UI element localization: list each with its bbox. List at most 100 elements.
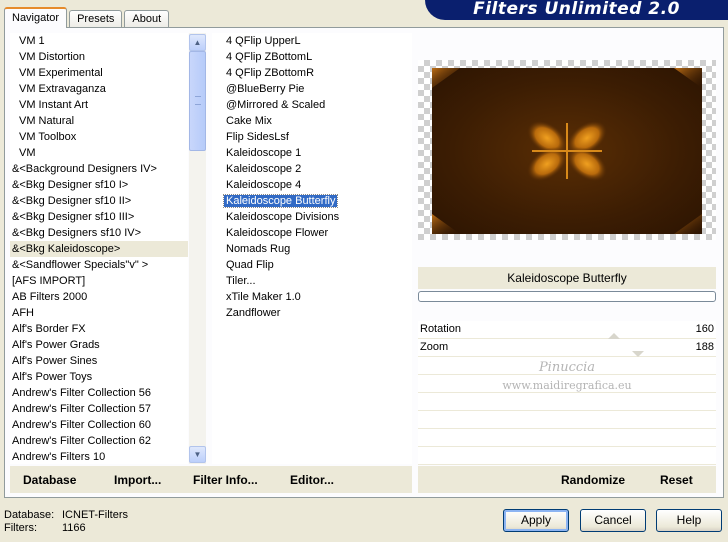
app-banner: Filters Unlimited 2.0 <box>425 0 728 20</box>
scroll-up-button[interactable]: ▲ <box>189 34 206 51</box>
filter-item[interactable]: 4 QFlip ZBottomL <box>212 49 412 65</box>
param-zoom-value: 188 <box>695 341 714 353</box>
filter-item-label: Flip SidesLsf <box>226 131 289 143</box>
category-item[interactable]: VM Experimental <box>10 65 188 81</box>
filter-item[interactable]: @BlueBerry Pie <box>212 81 412 97</box>
param-zoom[interactable]: Zoom 188 <box>418 339 716 357</box>
editor-button[interactable]: Editor... <box>290 473 334 487</box>
import-button[interactable]: Import... <box>114 473 161 487</box>
chevron-down-icon: ▼ <box>193 450 202 459</box>
category-item[interactable]: Alf's Power Sines <box>10 353 188 369</box>
category-item[interactable]: Andrew's Filter Collection 57 <box>10 401 188 417</box>
watermark: Pinuccia www.maidiregrafica.eu <box>418 360 716 392</box>
category-item[interactable]: &<Bkg Designer sf10 I> <box>10 177 188 193</box>
cancel-button[interactable]: Cancel <box>580 509 646 532</box>
filters-count-label: Filters: <box>4 522 37 534</box>
filter-item[interactable]: Kaleidoscope 4 <box>212 177 412 193</box>
filter-list[interactable]: 4 QFlip UpperL 4 QFlip ZBottomL 4 QFlip ZB… <box>212 33 412 464</box>
preview-image <box>432 68 702 234</box>
category-item[interactable]: Alf's Power Grads <box>10 337 188 353</box>
category-item[interactable]: VM Extravaganza <box>10 81 188 97</box>
help-button[interactable]: Help <box>656 509 722 532</box>
category-item[interactable]: VM Distortion <box>10 49 188 65</box>
database-label: Database: <box>4 509 55 521</box>
randomize-button[interactable]: Randomize <box>561 473 625 487</box>
filter-item[interactable]: Kaleidoscope Flower <box>212 225 412 241</box>
status-area: Database: ICNET-Filters Filters: 1166 <box>4 509 128 535</box>
filter-item[interactable]: Quad Flip <box>212 257 412 273</box>
filter-item-label: @BlueBerry Pie <box>226 83 305 95</box>
filter-item-label: 4 QFlip ZBottomR <box>226 67 315 79</box>
category-item[interactable]: &<Bkg Kaleidoscope> <box>10 241 188 257</box>
category-item[interactable]: Alf's Border FX <box>10 321 188 337</box>
filter-info-button[interactable]: Filter Info... <box>193 473 258 487</box>
parameters-panel: Rotation 160 Zoom 188 <box>418 321 716 465</box>
category-item[interactable]: &<Bkg Designer sf10 II> <box>10 193 188 209</box>
category-item[interactable]: Andrew's Filter Collection 60 <box>10 417 188 433</box>
filter-item[interactable]: Kaleidoscope 2 <box>212 161 412 177</box>
filter-item[interactable]: Zandflower <box>212 305 412 321</box>
filter-item-label: Kaleidoscope Flower <box>226 227 329 239</box>
param-rotation-label: Rotation <box>420 323 461 335</box>
kaleidoscope-butterfly-graphic <box>432 68 702 234</box>
current-filter-name: Kaleidoscope Butterfly <box>418 267 716 289</box>
tab-navigator[interactable]: Navigator <box>4 7 68 28</box>
filter-item-label: Kaleidoscope Divisions <box>226 211 340 223</box>
scroll-thumb[interactable] <box>189 51 206 151</box>
category-item[interactable]: &<Bkg Designers sf10 IV> <box>10 225 188 241</box>
filter-item-label: Kaleidoscope 2 <box>226 163 302 175</box>
category-item[interactable]: &<Background Designers IV> <box>10 161 188 177</box>
reset-button[interactable]: Reset <box>660 473 693 487</box>
filter-item[interactable]: xTile Maker 1.0 <box>212 289 412 305</box>
database-button[interactable]: Database <box>23 473 76 487</box>
filter-item[interactable]: @Mirrored & Scaled <box>212 97 412 113</box>
category-item[interactable]: AB Filters 2000 <box>10 289 188 305</box>
filter-item-label: Nomads Rug <box>226 243 291 255</box>
scroll-down-button[interactable]: ▼ <box>189 446 206 463</box>
database-value: ICNET-Filters <box>62 509 128 521</box>
filter-item-label: 4 QFlip ZBottomL <box>226 51 313 63</box>
category-list[interactable]: VM 1 VM Distortion VM Experimental VM Extra… <box>10 33 188 464</box>
category-item[interactable]: &<Bkg Designer sf10 III> <box>10 209 188 225</box>
category-item[interactable]: [AFS IMPORT] <box>10 273 188 289</box>
category-item[interactable]: &<Sandflower Specials"v" > <box>10 257 188 273</box>
param-rotation[interactable]: Rotation 160 <box>418 321 716 339</box>
category-item[interactable]: VM Toolbox <box>10 129 188 145</box>
category-item[interactable]: AFH <box>10 305 188 321</box>
preview-pane[interactable] <box>418 60 716 240</box>
filter-item-label: Kaleidoscope 1 <box>226 147 302 159</box>
filter-item[interactable]: Flip SidesLsf <box>212 129 412 145</box>
category-item[interactable]: VM <box>10 145 188 161</box>
param-empty-row <box>418 411 716 429</box>
param-empty-row <box>418 429 716 447</box>
filter-item[interactable]: Kaleidoscope Divisions <box>212 209 412 225</box>
param-rotation-value: 160 <box>695 323 714 335</box>
category-item[interactable]: Andrew's Filters 10 <box>10 449 188 464</box>
category-item[interactable]: VM Instant Art <box>10 97 188 113</box>
filter-item-label: Kaleidoscope 4 <box>226 179 302 191</box>
filter-item[interactable]: Kaleidoscope 1 <box>212 145 412 161</box>
filter-item[interactable]: Tiler... <box>212 273 412 289</box>
chevron-up-icon: ▲ <box>193 38 202 47</box>
filter-item[interactable]: Nomads Rug <box>212 241 412 257</box>
filter-item-label: xTile Maker 1.0 <box>226 291 301 303</box>
filter-item[interactable]: 4 QFlip ZBottomR <box>212 65 412 81</box>
filter-name-label: Kaleidoscope Butterfly <box>507 271 627 285</box>
category-item[interactable]: VM Natural <box>10 113 188 129</box>
tab-about[interactable]: About <box>124 10 170 28</box>
filter-item-label: Quad Flip <box>226 259 274 271</box>
category-item[interactable]: Andrew's Filter Collection 56 <box>10 385 188 401</box>
category-item[interactable]: VM 1 <box>10 33 188 49</box>
progress-bar <box>418 291 716 302</box>
category-item[interactable]: Andrew's Filter Collection 62 <box>10 433 188 449</box>
filter-item[interactable]: 4 QFlip UpperL <box>212 33 412 49</box>
filter-item-label: @Mirrored & Scaled <box>226 99 326 111</box>
category-item[interactable]: Alf's Power Toys <box>10 369 188 385</box>
filter-item[interactable]: Kaleidoscope Butterfly <box>212 193 412 209</box>
filters-count-value: 1166 <box>62 522 86 534</box>
category-scrollbar[interactable]: ▲ ▼ <box>189 33 206 464</box>
tab-presets[interactable]: Presets <box>69 10 123 28</box>
filter-item[interactable]: Cake Mix <box>212 113 412 129</box>
filter-item-label: Zandflower <box>226 307 281 319</box>
apply-button[interactable]: Apply <box>503 509 569 532</box>
